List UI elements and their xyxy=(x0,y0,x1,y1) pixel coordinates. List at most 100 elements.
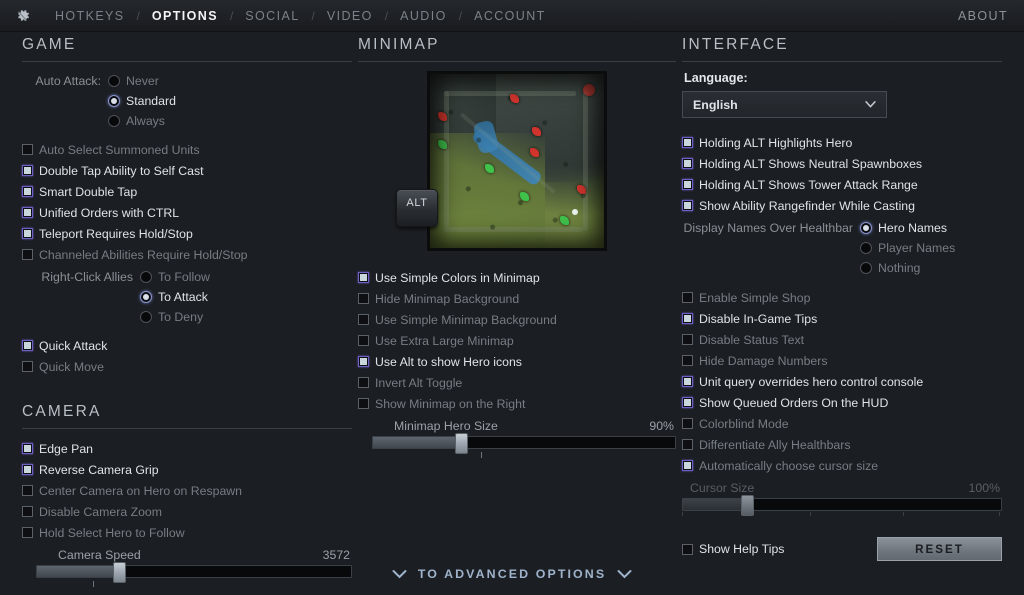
checkbox-icon[interactable] xyxy=(22,249,33,260)
checkbox-center-camera-on-hero-on-respawn[interactable]: Center Camera on Hero on Respawn xyxy=(22,480,352,501)
checkbox-automatically-choose-cursor-size[interactable]: Automatically choose cursor size xyxy=(682,455,1002,476)
checkbox-icon-checked[interactable] xyxy=(682,397,693,408)
checkbox-icon-checked[interactable] xyxy=(682,313,693,324)
checkbox-holding-alt-highlights-hero[interactable]: Holding ALT Highlights Hero xyxy=(682,132,1002,153)
radio-right-click-to-deny[interactable]: To Deny xyxy=(22,307,352,327)
checkbox-icon-checked[interactable] xyxy=(22,228,33,239)
tab-options[interactable]: OPTIONS xyxy=(141,0,229,32)
about-link[interactable]: ABOUT xyxy=(958,0,1008,32)
language-select[interactable]: English xyxy=(682,91,887,118)
radio-icon-selected[interactable] xyxy=(860,222,872,234)
tab-audio[interactable]: AUDIO xyxy=(389,0,458,32)
checkbox-teleport-requires-hold-stop[interactable]: Teleport Requires Hold/Stop xyxy=(22,223,352,244)
checkbox-icon[interactable] xyxy=(682,292,693,303)
checkbox-quick-move[interactable]: Quick Move xyxy=(22,356,352,377)
radio-auto-attack-standard[interactable]: Standard xyxy=(22,91,352,111)
checkbox-icon[interactable] xyxy=(682,439,693,450)
checkbox-icon-checked[interactable] xyxy=(22,165,33,176)
checkbox-icon-checked[interactable] xyxy=(682,460,693,471)
radio-icon[interactable] xyxy=(860,262,872,274)
radio-display-nothing[interactable]: Nothing xyxy=(682,258,1002,278)
gear-icon[interactable] xyxy=(0,0,44,32)
checkbox-icon-checked[interactable] xyxy=(22,186,33,197)
radio-auto-attack-never[interactable]: Auto Attack: Never xyxy=(22,71,352,91)
checkbox-use-simple-colors-in-minimap[interactable]: Use Simple Colors in Minimap xyxy=(358,267,676,288)
radio-right-click-to-attack[interactable]: To Attack xyxy=(22,287,352,307)
checkbox-icon[interactable] xyxy=(22,506,33,517)
checkbox-disable-in-game-tips[interactable]: Disable In-Game Tips xyxy=(682,308,1002,329)
radio-right-click-to-follow[interactable]: Right-Click Allies To Follow xyxy=(22,267,352,287)
checkbox-icon-checked[interactable] xyxy=(682,376,693,387)
checkbox-icon-checked[interactable] xyxy=(682,179,693,190)
checkbox-colorblind-mode[interactable]: Colorblind Mode xyxy=(682,413,1002,434)
radio-icon-selected[interactable] xyxy=(108,95,120,107)
radio-display-hero-names[interactable]: Display Names Over Healthbar Hero Names xyxy=(682,218,1002,238)
radio-icon[interactable] xyxy=(140,271,152,283)
checkbox-icon-checked[interactable] xyxy=(358,272,369,283)
checkbox-show-help-tips[interactable]: Show Help Tips xyxy=(682,542,784,556)
checkbox-show-ability-rangefinder-while-casting[interactable]: Show Ability Rangefinder While Casting xyxy=(682,195,1002,216)
checkbox-disable-camera-zoom[interactable]: Disable Camera Zoom xyxy=(22,501,352,522)
checkbox-use-alt-to-show-hero-icons[interactable]: Use Alt to show Hero icons xyxy=(358,351,676,372)
checkbox-icon[interactable] xyxy=(358,335,369,346)
radio-icon[interactable] xyxy=(860,242,872,254)
radio-display-player-names[interactable]: Player Names xyxy=(682,238,1002,258)
checkbox-icon-checked[interactable] xyxy=(22,443,33,454)
checkbox-show-queued-orders-on-the-hud[interactable]: Show Queued Orders On the HUD xyxy=(682,392,1002,413)
checkbox-double-tap-ability-to-self-cast[interactable]: Double Tap Ability to Self Cast xyxy=(22,160,352,181)
checkbox-hide-minimap-background[interactable]: Hide Minimap Background xyxy=(358,288,676,309)
reset-button[interactable]: RESET xyxy=(877,537,1002,561)
tab-account[interactable]: ACCOUNT xyxy=(463,0,557,32)
checkbox-reverse-camera-grip[interactable]: Reverse Camera Grip xyxy=(22,459,352,480)
checkbox-icon[interactable] xyxy=(682,334,693,345)
checkbox-icon[interactable] xyxy=(682,355,693,366)
checkbox-icon-checked[interactable] xyxy=(682,200,693,211)
checkbox-icon-checked[interactable] xyxy=(358,356,369,367)
checkbox-icon-checked[interactable] xyxy=(22,340,33,351)
checkbox-icon[interactable] xyxy=(22,361,33,372)
checkbox-icon[interactable] xyxy=(358,314,369,325)
checkbox-icon[interactable] xyxy=(682,544,693,555)
checkbox-icon[interactable] xyxy=(682,418,693,429)
checkbox-icon-checked[interactable] xyxy=(22,207,33,218)
checkbox-holding-alt-shows-tower-attack-range[interactable]: Holding ALT Shows Tower Attack Range xyxy=(682,174,1002,195)
checkbox-disable-status-text[interactable]: Disable Status Text xyxy=(682,329,1002,350)
checkbox-holding-alt-shows-neutral-spawnboxes[interactable]: Holding ALT Shows Neutral Spawnboxes xyxy=(682,153,1002,174)
minimap-hero-size-track[interactable] xyxy=(372,436,676,449)
checkbox-icon[interactable] xyxy=(358,293,369,304)
cursor-size-slider[interactable]: Cursor Size 100% xyxy=(682,481,1002,519)
checkbox-icon-checked[interactable] xyxy=(682,158,693,169)
checkbox-icon[interactable] xyxy=(22,527,33,538)
radio-icon[interactable] xyxy=(108,115,120,127)
cursor-size-track[interactable] xyxy=(682,498,1002,511)
checkbox-quick-attack[interactable]: Quick Attack xyxy=(22,335,352,356)
checkbox-differentiate-ally-healthbars[interactable]: Differentiate Ally Healthbars xyxy=(682,434,1002,455)
radio-icon[interactable] xyxy=(140,311,152,323)
checkbox-edge-pan[interactable]: Edge Pan xyxy=(22,438,352,459)
checkbox-icon-checked[interactable] xyxy=(22,464,33,475)
to-advanced-options-link[interactable]: TO ADVANCED OPTIONS xyxy=(0,567,1024,581)
checkbox-smart-double-tap[interactable]: Smart Double Tap xyxy=(22,181,352,202)
checkbox-show-minimap-on-the-right[interactable]: Show Minimap on the Right xyxy=(358,393,676,414)
checkbox-invert-alt-toggle[interactable]: Invert Alt Toggle xyxy=(358,372,676,393)
tab-social[interactable]: SOCIAL xyxy=(234,0,310,32)
checkbox-hide-damage-numbers[interactable]: Hide Damage Numbers xyxy=(682,350,1002,371)
minimap-hero-size-slider[interactable]: Minimap Hero Size 90% xyxy=(358,419,676,449)
tab-hotkeys[interactable]: HOTKEYS xyxy=(44,0,136,32)
checkbox-icon-checked[interactable] xyxy=(682,137,693,148)
checkbox-icon[interactable] xyxy=(22,485,33,496)
tab-video[interactable]: VIDEO xyxy=(316,0,384,32)
checkbox-use-extra-large-minimap[interactable]: Use Extra Large Minimap xyxy=(358,330,676,351)
checkbox-enable-simple-shop[interactable]: Enable Simple Shop xyxy=(682,287,1002,308)
checkbox-icon[interactable] xyxy=(22,144,33,155)
checkbox-unit-query-overrides-hero-control-console[interactable]: Unit query overrides hero control consol… xyxy=(682,371,1002,392)
minimap-hero-size-thumb[interactable] xyxy=(455,433,468,454)
radio-icon-selected[interactable] xyxy=(140,291,152,303)
checkbox-channeled-abilities-require-hold-stop[interactable]: Channeled Abilities Require Hold/Stop xyxy=(22,244,352,265)
checkbox-hold-select-hero-to-follow[interactable]: Hold Select Hero to Follow xyxy=(22,522,352,543)
radio-auto-attack-always[interactable]: Always xyxy=(22,111,352,131)
checkbox-icon[interactable] xyxy=(358,377,369,388)
checkbox-unified-orders-with-ctrl[interactable]: Unified Orders with CTRL xyxy=(22,202,352,223)
checkbox-use-simple-minimap-background[interactable]: Use Simple Minimap Background xyxy=(358,309,676,330)
checkbox-icon[interactable] xyxy=(358,398,369,409)
